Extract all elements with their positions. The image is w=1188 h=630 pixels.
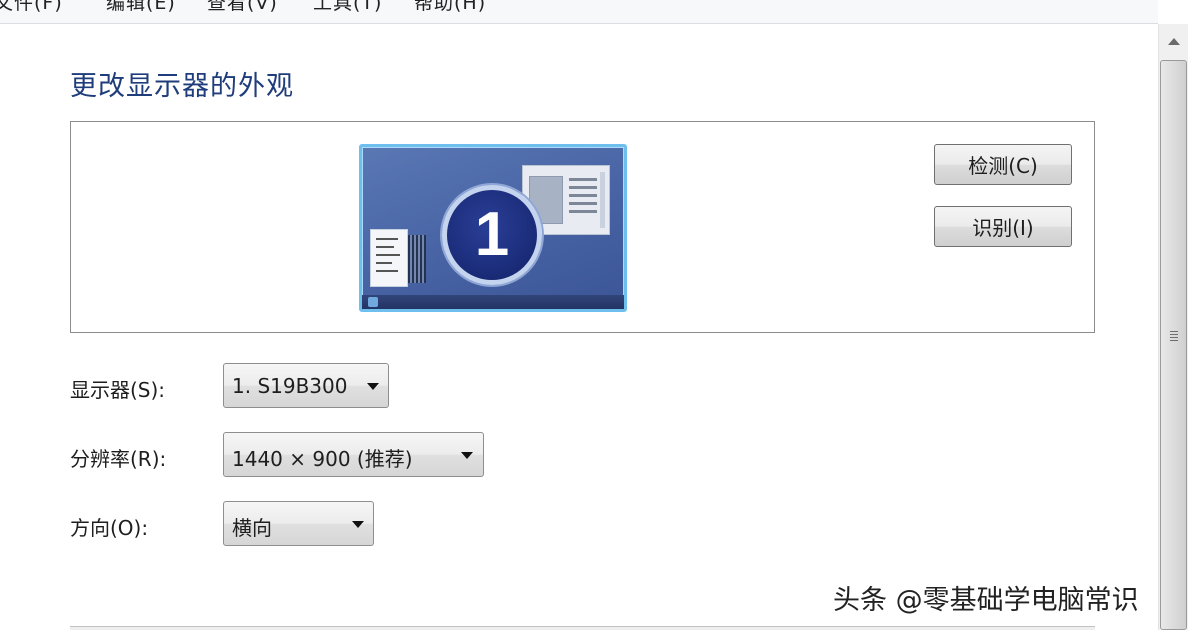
page-title: 更改显示器的外观 bbox=[70, 71, 294, 102]
display-label: 显示器(S): bbox=[70, 378, 166, 402]
menu-tools[interactable]: 工具(T) bbox=[313, 0, 382, 15]
monitor-arrangement-panel: 1 检测(C) 识别(I) bbox=[70, 121, 1095, 333]
grip-icon bbox=[1170, 331, 1178, 343]
display-select-value: 1. S19B300 bbox=[232, 374, 348, 398]
scroll-up-arrow-icon[interactable] bbox=[1168, 38, 1180, 45]
detect-button[interactable]: 检测(C) bbox=[934, 144, 1072, 185]
resolution-select[interactable]: 1440 × 900 (推荐) bbox=[223, 432, 484, 477]
menu-bar: 文件(F) 编辑(E) 查看(V) 工具(T) 帮助(H) bbox=[0, 0, 1158, 24]
display-select[interactable]: 1. S19B300 bbox=[223, 363, 389, 408]
orientation-label: 方向(O): bbox=[70, 516, 149, 540]
window-scroll-thumbnail bbox=[408, 235, 426, 283]
taskbar-thumbnail bbox=[362, 295, 624, 309]
display-settings-window: 文件(F) 编辑(E) 查看(V) 工具(T) 帮助(H) 更改显示器的外观 1… bbox=[0, 0, 1188, 630]
menu-file[interactable]: 文件(F) bbox=[0, 0, 63, 15]
menu-edit[interactable]: 编辑(E) bbox=[106, 0, 176, 15]
menu-view[interactable]: 查看(V) bbox=[207, 0, 278, 15]
footer-divider bbox=[70, 626, 1095, 630]
monitor-number: 1 bbox=[474, 200, 510, 269]
orientation-select-value: 横向 bbox=[232, 516, 272, 540]
chevron-down-icon bbox=[461, 452, 473, 459]
chevron-down-icon bbox=[367, 383, 379, 390]
orientation-select[interactable]: 横向 bbox=[223, 501, 374, 546]
scroll-thumb[interactable] bbox=[1160, 60, 1187, 630]
identify-button[interactable]: 识别(I) bbox=[934, 206, 1072, 247]
resolution-label: 分辨率(R): bbox=[70, 447, 167, 471]
start-icon bbox=[368, 297, 378, 307]
vertical-scrollbar[interactable] bbox=[1158, 24, 1188, 630]
small-window-thumbnail bbox=[370, 229, 408, 287]
monitor-number-badge: 1 bbox=[442, 185, 542, 285]
watermark: 头条 @零基础学电脑常识 bbox=[833, 585, 1139, 616]
chevron-down-icon bbox=[352, 521, 364, 528]
resolution-select-value: 1440 × 900 (推荐) bbox=[232, 447, 413, 471]
monitor-1-preview[interactable]: 1 bbox=[359, 144, 627, 312]
menu-help[interactable]: 帮助(H) bbox=[414, 0, 486, 15]
